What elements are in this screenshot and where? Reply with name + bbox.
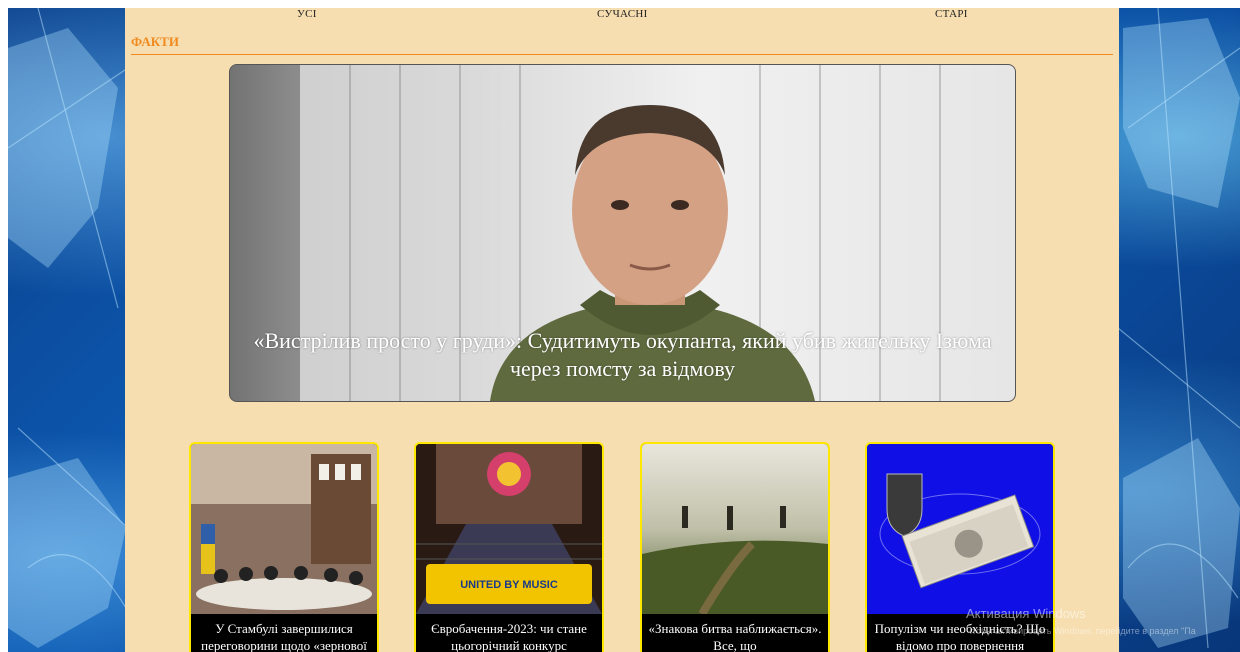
nav-modern-link[interactable]: СУЧАСНІ [597,8,648,20]
nav-old-link[interactable]: СТАРІ [935,8,968,20]
category-nav: УСІ СУЧАСНІ СТАРІ [125,8,1119,28]
card-headline[interactable]: Євробачення-2023: чи стане цьогорічний к… [416,620,602,652]
card-headline[interactable]: «Знакова битва наближається». Все, що [642,620,828,652]
nav-all-link[interactable]: УСІ [297,8,317,20]
section-divider [131,54,1113,55]
news-card[interactable]: У Стамбулі завершилися переговорини щодо… [189,442,379,652]
card-photo-money [867,444,1053,614]
section-title: ФАКТИ [131,34,179,49]
card-photo-eurovision: UNITED BY MUSIC [416,444,602,614]
hero-headline[interactable]: «Вистрілив просто у груди»: Судитимуть о… [230,327,1015,383]
card-photo-soldiers [642,444,828,614]
svg-text:UNITED BY MUSIC: UNITED BY MUSIC [460,579,558,591]
os-activation-hint: Чтобы активировать Windows, перейдите в … [966,626,1196,636]
card-headline[interactable]: Популізм чи необхідність? Що відомо про … [867,620,1053,652]
hero-article[interactable]: «Вистрілив просто у груди»: Судитимуть о… [229,64,1016,402]
content-panel: УСІ СУЧАСНІ СТАРІ ФАКТИ «Вистрілив прост… [125,8,1119,652]
card-photo-istanbul [191,444,377,614]
os-activation-title: Активация Windows [966,606,1086,621]
news-card[interactable]: «Знакова битва наближається». Все, що [640,442,830,652]
card-headline[interactable]: У Стамбулі завершилися переговорини щодо… [191,620,377,652]
news-card[interactable]: UNITED BY MUSIC Євробачення-2023: чи ста… [414,442,604,652]
